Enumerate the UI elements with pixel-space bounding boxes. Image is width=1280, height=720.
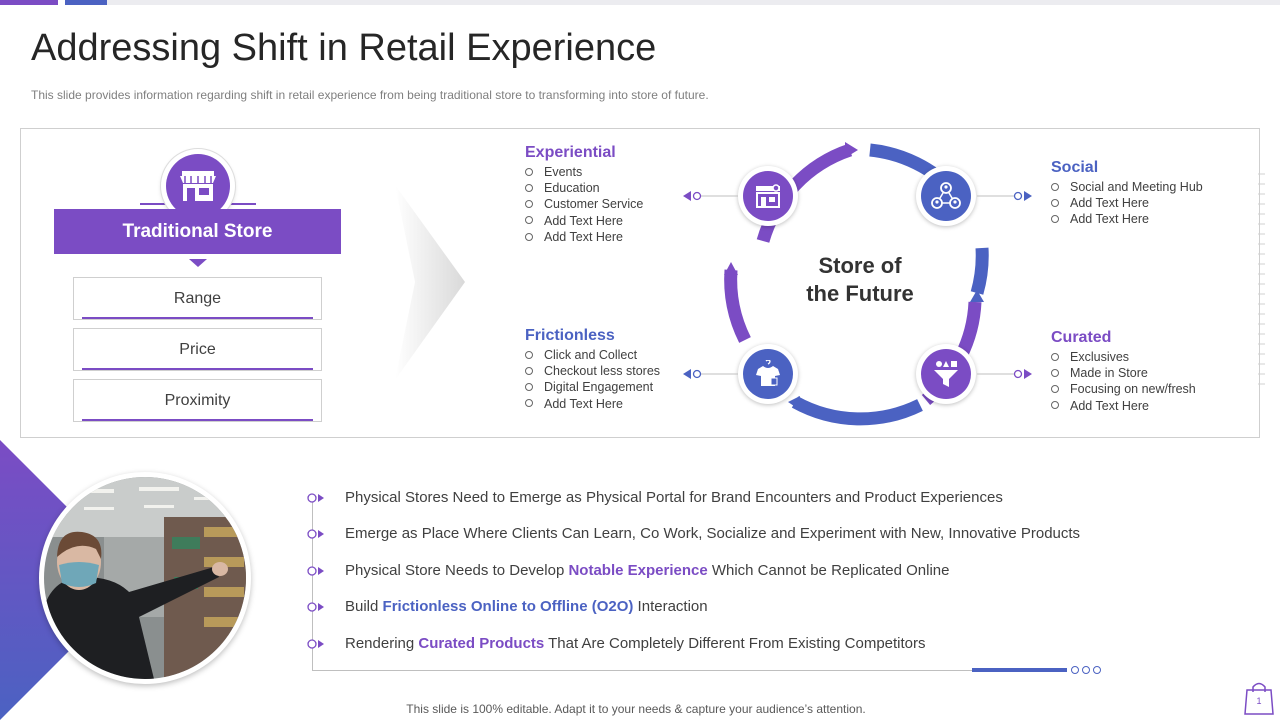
- list-item: Digital Engagement: [525, 379, 660, 395]
- experiential-title: Experiential: [525, 144, 616, 161]
- list-item: Exclusives: [1051, 349, 1196, 365]
- page-subtitle: This slide provides information regardin…: [31, 88, 709, 102]
- list-item: Checkout less stores: [525, 363, 660, 379]
- list-item: Made in Store: [1051, 365, 1196, 381]
- page-title: Addressing Shift in Retail Experience: [31, 27, 657, 69]
- accent-bar-blue: [65, 0, 107, 5]
- transition-chevron: [395, 185, 465, 380]
- frictionless-connector: [683, 369, 738, 379]
- banner-caret: [189, 259, 207, 267]
- bullet-item-4: Build Frictionless Online to Offline (O2…: [345, 598, 708, 615]
- item-label: Proximity: [164, 391, 231, 409]
- shopper-photo: [44, 477, 246, 679]
- side-decoration: [1258, 173, 1265, 385]
- curated-title: Curated: [1051, 329, 1112, 346]
- banner-line-right: [231, 203, 256, 205]
- store-front-icon: [743, 171, 793, 221]
- highlight-frictionless-o2o: Frictionless Online to Offline (O2O): [382, 598, 634, 615]
- page-number: 1: [1256, 696, 1262, 706]
- traditional-item-price: Price: [73, 328, 322, 371]
- bullet-item-5: Rendering Curated Products That Are Comp…: [345, 635, 926, 652]
- frictionless-title: Frictionless: [525, 327, 615, 344]
- bullet-markers: [307, 493, 324, 649]
- frictionless-block: Frictionless Click and Collect Checkout …: [525, 327, 660, 412]
- curated-connector: [977, 369, 1032, 379]
- experiential-block: Experiential Events Education Customer S…: [525, 144, 643, 245]
- bullet-list: Physical Stores Need to Emerge as Physic…: [345, 489, 1145, 669]
- social-connector: [977, 191, 1032, 201]
- list-item: Events: [525, 164, 643, 180]
- list-item: Add Text Here: [525, 229, 643, 245]
- list-item: Add Text Here: [525, 396, 660, 412]
- item-label: Price: [179, 340, 216, 358]
- footer-note: This slide is 100% editable. Adapt it to…: [406, 702, 866, 716]
- list-item: Education: [525, 180, 643, 196]
- list-item: Add Text Here: [1051, 211, 1203, 227]
- traditional-item-proximity: Proximity: [73, 379, 322, 422]
- experiential-connector: [683, 191, 738, 201]
- center-title: Store of the Future: [790, 252, 930, 308]
- item-label: Range: [173, 289, 222, 307]
- list-item: Add Text Here: [1051, 195, 1203, 211]
- list-item: Customer Service: [525, 196, 643, 212]
- accent-bar-purple: [0, 0, 58, 5]
- list-item: Social and Meeting Hub: [1051, 179, 1203, 195]
- highlight-curated-products: Curated Products: [418, 635, 545, 652]
- highlight-notable-experience: Notable Experience: [568, 562, 708, 579]
- traditional-store-banner: Traditional Store: [54, 209, 341, 254]
- list-item: Add Text Here: [1051, 398, 1196, 414]
- curated-block: Curated Exclusives Made in Store Focusin…: [1051, 329, 1196, 414]
- list-item: Click and Collect: [525, 347, 660, 363]
- bullets-horizontal-line: [312, 670, 972, 671]
- people-network-icon: [921, 171, 971, 221]
- shirt-tag-icon: [743, 349, 793, 399]
- social-block: Social Social and Meeting Hub Add Text H…: [1051, 159, 1203, 228]
- bullet-item-2: Emerge as Place Where Clients Can Learn,…: [345, 525, 1081, 542]
- accent-bar-grey: [107, 0, 1280, 5]
- list-item: Focusing on new/fresh: [1051, 381, 1196, 397]
- center-line-2: the Future: [806, 281, 914, 306]
- bullet-item-3: Physical Store Needs to Develop Notable …: [345, 562, 950, 579]
- banner-line-left: [140, 203, 165, 205]
- funnel-icon: [921, 349, 971, 399]
- traditional-item-range: Range: [73, 277, 322, 320]
- center-line-1: Store of: [818, 253, 902, 278]
- list-item: Add Text Here: [525, 213, 643, 229]
- bullet-item-1: Physical Stores Need to Emerge as Physic…: [345, 489, 1003, 506]
- social-title: Social: [1051, 159, 1099, 176]
